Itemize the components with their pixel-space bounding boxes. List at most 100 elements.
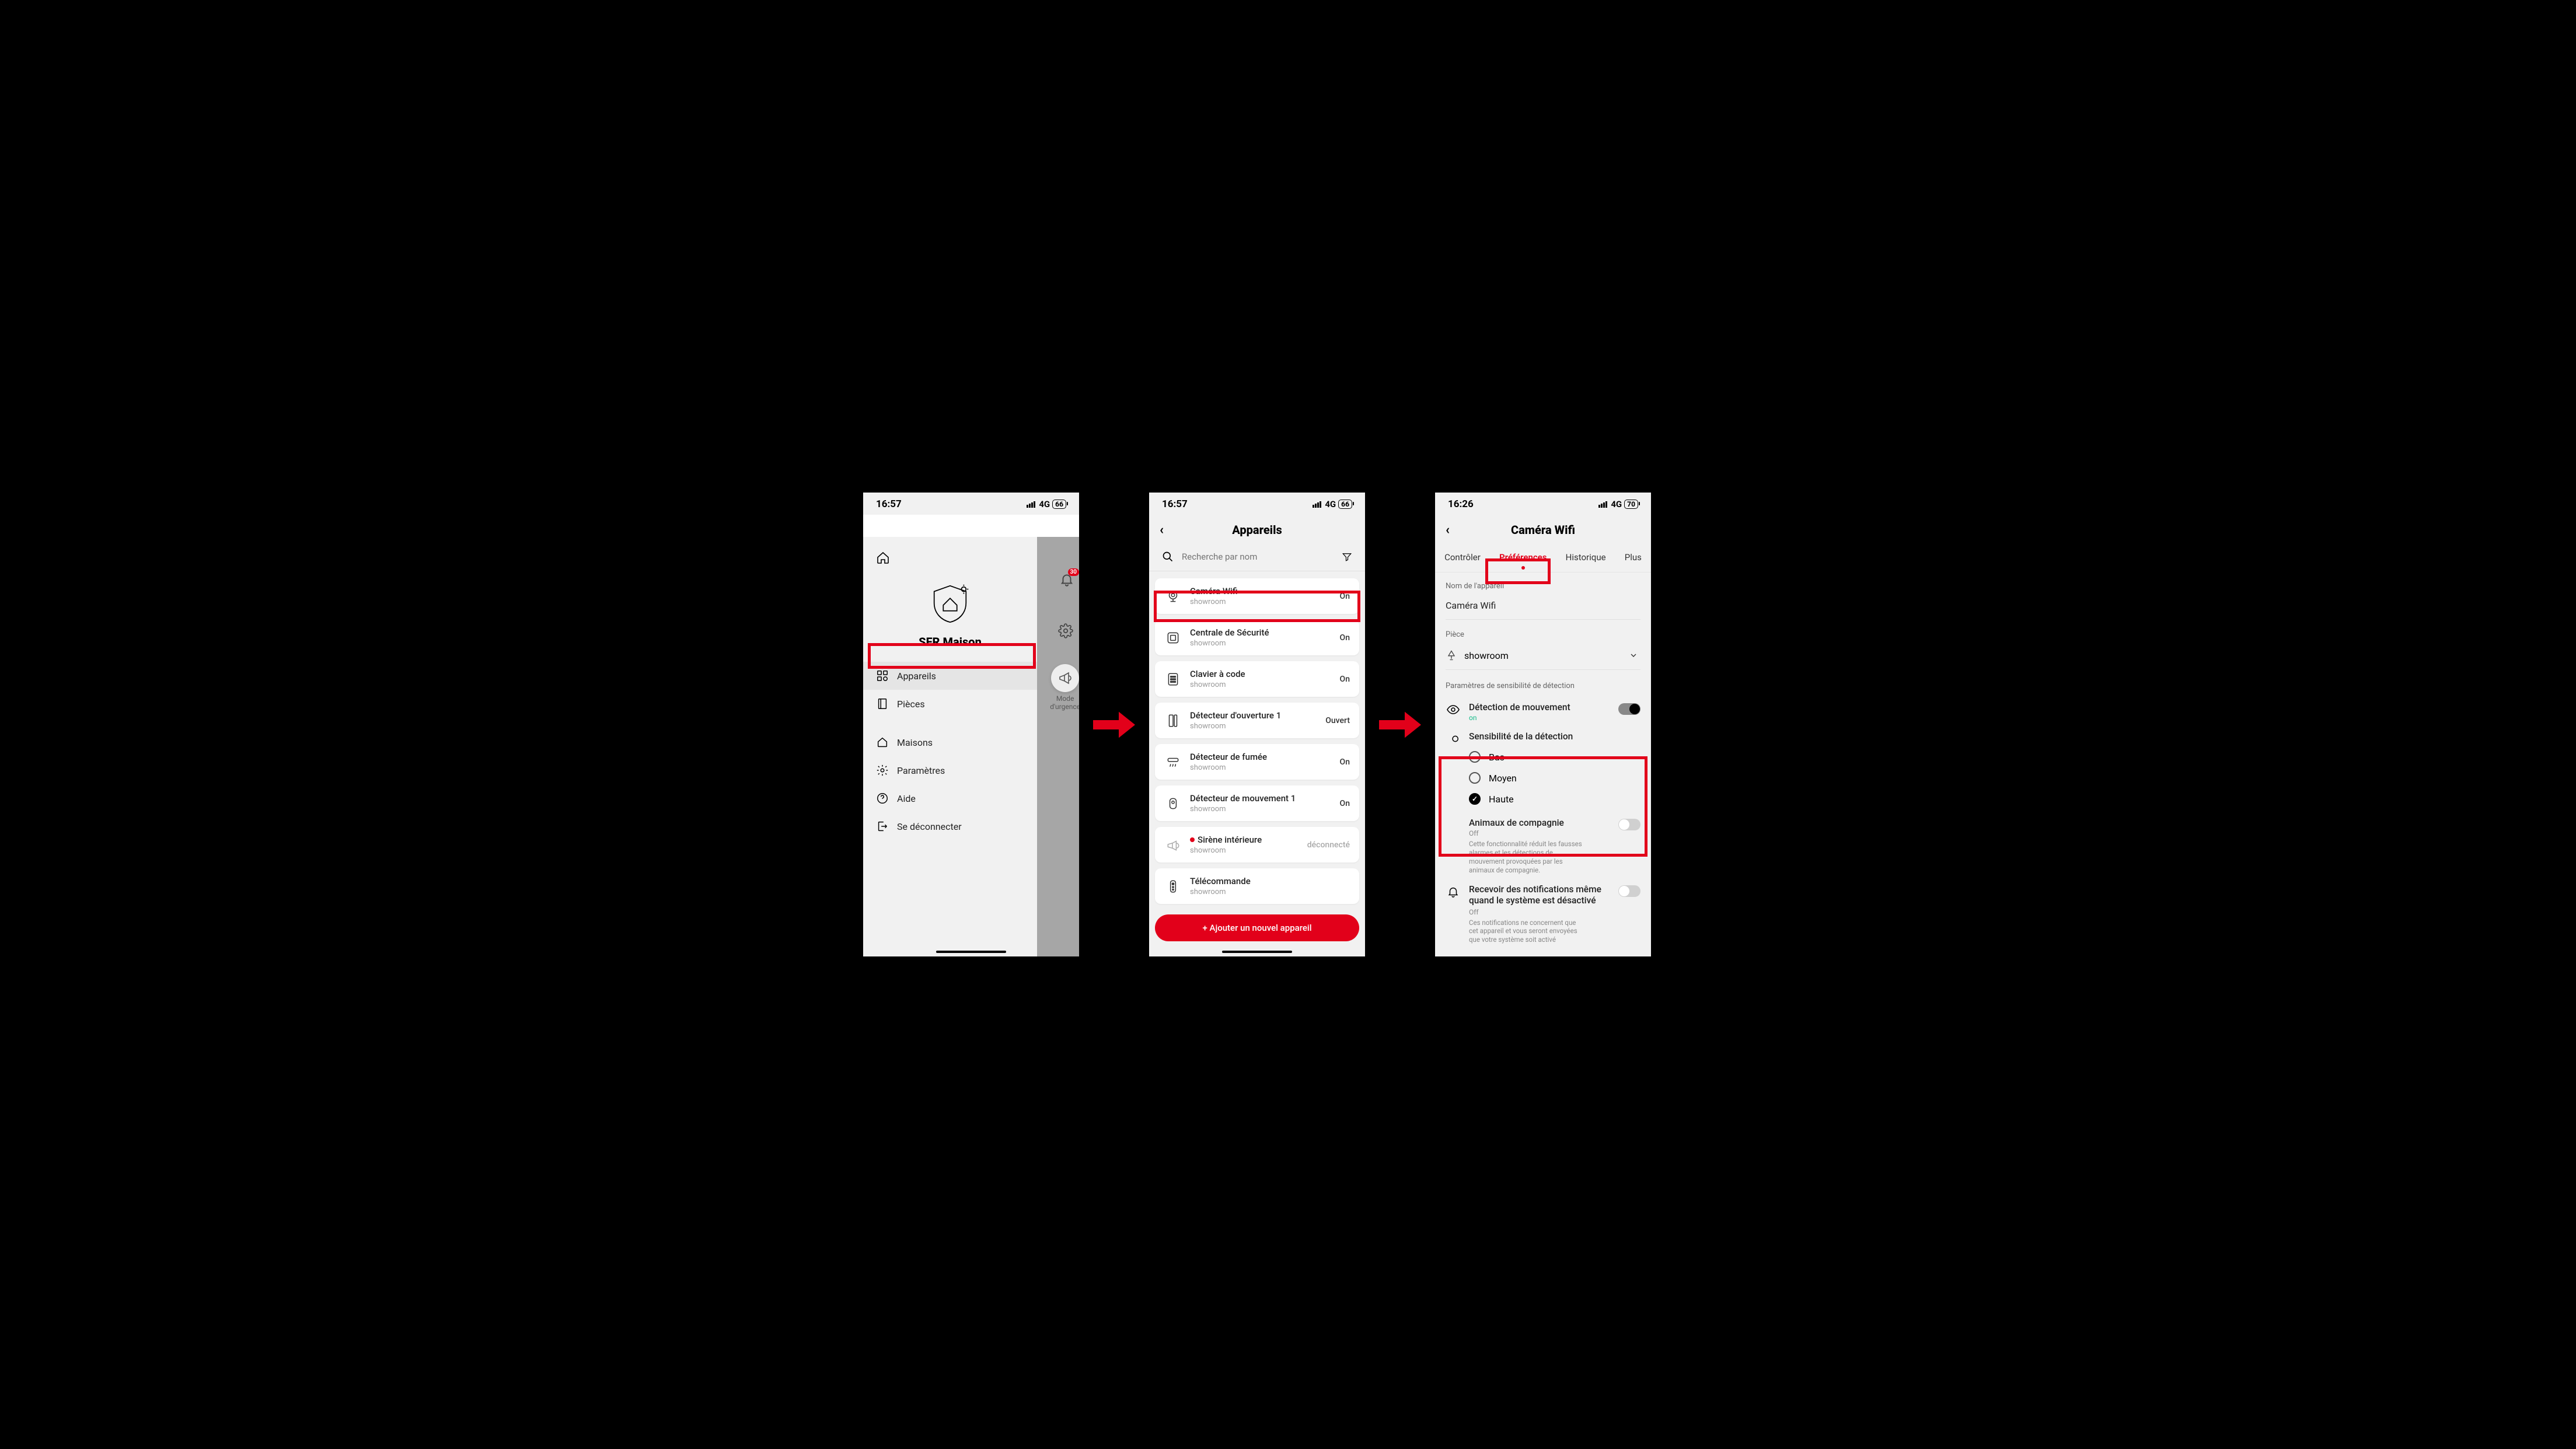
radio-moyen[interactable]: Moyen — [1446, 767, 1640, 788]
page-title: Appareils — [1232, 523, 1282, 537]
device-state: Ouvert — [1325, 716, 1350, 725]
add-device-button[interactable]: + Ajouter un nouvel appareil — [1155, 914, 1359, 941]
tab-plus[interactable]: Plus — [1621, 550, 1645, 565]
sidebar-item-appareils[interactable]: Appareils — [863, 662, 1037, 690]
screen-1-sidebar: 16:57 4G 66 SFR Maison Appareils — [863, 493, 1079, 956]
sensitivity-row: Sensibilité de la détection — [1446, 727, 1640, 746]
sidebar-item-deconnecter[interactable]: Se déconnecter — [863, 812, 1037, 840]
home-indicator — [1222, 951, 1292, 953]
hub-icon — [1164, 629, 1182, 647]
screen-2-devices: 16:57 4G 66 ‹ Appareils Caméra Wifi show… — [1149, 493, 1365, 956]
pets-toggle[interactable] — [1618, 819, 1640, 830]
shield-logo — [863, 581, 1037, 627]
home-icon[interactable] — [876, 551, 890, 565]
battery-icon: 70 — [1624, 500, 1638, 509]
device-name: Centrale de Sécurité — [1190, 627, 1332, 638]
bell-button[interactable]: 30 — [1059, 572, 1074, 589]
search-bar — [1149, 545, 1365, 571]
sidebar-item-label: Aide — [897, 793, 916, 804]
device-name: Clavier à code — [1190, 669, 1332, 679]
status-indicators: 4G 66 — [1027, 499, 1066, 509]
sidebar-title: SFR Maison — [863, 635, 1037, 649]
radio-haute[interactable]: Haute — [1446, 788, 1640, 809]
sidebar-item-parametres[interactable]: Paramètres — [863, 756, 1037, 784]
name-label: Nom de l'appareil — [1446, 582, 1640, 591]
preferences-body: Nom de l'appareil Caméra Wifi Pièce show… — [1435, 572, 1651, 956]
device-room: showroom — [1190, 680, 1332, 689]
chevron-down-icon — [1629, 651, 1638, 660]
device-card[interactable]: Clavier à code showroom On — [1155, 661, 1359, 697]
tab-preferences[interactable]: Préférences — [1496, 550, 1551, 565]
tab-historique[interactable]: Historique — [1562, 550, 1610, 565]
signal-icon — [1313, 501, 1321, 508]
device-card[interactable]: Centrale de Sécurité showroom On — [1155, 620, 1359, 655]
room-select[interactable]: showroom — [1446, 644, 1640, 670]
arrow-icon — [1377, 707, 1423, 742]
status-time: 16:57 — [876, 498, 902, 510]
notif-toggle[interactable] — [1618, 885, 1640, 897]
megaphone-icon — [1058, 671, 1072, 685]
help-icon — [876, 792, 889, 805]
device-name: Détecteur d'ouverture 1 — [1190, 710, 1317, 721]
tab-controler[interactable]: Contrôler — [1441, 550, 1484, 565]
door-icon — [876, 697, 889, 710]
filter-icon[interactable] — [1342, 551, 1352, 562]
bell-icon — [1447, 885, 1460, 898]
battery-icon: 66 — [1338, 500, 1352, 509]
device-state: On — [1340, 592, 1350, 601]
sidebar-item-maisons[interactable]: Maisons — [863, 728, 1037, 756]
device-card[interactable]: Détecteur d'ouverture 1 showroom Ouvert — [1155, 703, 1359, 738]
back-button[interactable]: ‹ — [1160, 523, 1164, 537]
section-title: Paramètres de sensibilité de détection — [1446, 682, 1640, 690]
smoke-icon — [1164, 753, 1182, 771]
motion-detection-row: Détection de mouvement on — [1446, 697, 1640, 727]
lamp-icon — [1446, 650, 1457, 661]
motion-toggle[interactable] — [1618, 703, 1640, 715]
tab-bar: Contrôler Préférences Historique Plus — [1435, 545, 1651, 572]
device-name: Détecteur de mouvement 1 — [1190, 793, 1332, 804]
device-name: Sirène intérieure — [1190, 835, 1299, 845]
door-icon — [1164, 712, 1182, 729]
gear-icon — [876, 764, 889, 777]
back-button[interactable]: ‹ — [1446, 523, 1450, 537]
device-room: showroom — [1190, 763, 1332, 772]
device-room: showroom — [1190, 639, 1332, 648]
device-state: On — [1340, 633, 1350, 643]
home-indicator — [936, 951, 1006, 953]
device-list: Caméra Wifi showroom On Centrale de Sécu… — [1149, 571, 1365, 911]
device-card[interactable]: Détecteur de mouvement 1 showroom On — [1155, 785, 1359, 821]
sidebar-menu: Appareils Pièces Maisons Paramètres — [863, 662, 1037, 840]
room-label: Pièce — [1446, 630, 1640, 639]
device-name-field[interactable]: Caméra Wifi — [1446, 595, 1640, 620]
keypad-icon — [1164, 671, 1182, 688]
device-card[interactable]: Détecteur de fumée showroom On — [1155, 744, 1359, 780]
signal-icon — [1027, 501, 1035, 508]
camera-icon — [1164, 588, 1182, 605]
sidebar-item-pieces[interactable]: Pièces — [863, 690, 1037, 718]
page-header: ‹ Appareils — [1149, 514, 1365, 545]
sidebar-item-label: Se déconnecter — [897, 821, 962, 832]
device-name: Détecteur de fumée — [1190, 752, 1332, 762]
search-icon[interactable] — [1162, 551, 1174, 563]
alert-dot — [1190, 837, 1195, 842]
device-room: showroom — [1190, 846, 1299, 855]
device-card[interactable]: Télécommande showroom — [1155, 868, 1359, 904]
sidebar-item-aide[interactable]: Aide — [863, 784, 1037, 812]
device-state: déconnecté — [1307, 840, 1350, 850]
status-bar: 16:57 4G 66 — [863, 493, 1079, 514]
settings-button[interactable] — [1058, 623, 1073, 641]
emergency-button[interactable]: Mode d'urgence — [1050, 664, 1079, 711]
device-card[interactable]: Sirène intérieure showroom déconnecté — [1155, 827, 1359, 863]
status-bar: 16:57 4G 66 — [1149, 493, 1365, 514]
device-name: Caméra Wifi — [1190, 586, 1332, 596]
search-input[interactable] — [1182, 551, 1334, 562]
house-icon — [876, 736, 889, 749]
siren-icon — [1164, 836, 1182, 854]
device-name: Télécommande — [1190, 876, 1342, 886]
status-bar: 16:26 4G 70 — [1435, 493, 1651, 514]
device-state: On — [1340, 675, 1350, 684]
radio-bas[interactable]: Bas — [1446, 746, 1640, 767]
grid-icon — [876, 669, 889, 682]
sidebar-item-label: Paramètres — [897, 765, 945, 776]
device-card[interactable]: Caméra Wifi showroom On — [1155, 578, 1359, 614]
